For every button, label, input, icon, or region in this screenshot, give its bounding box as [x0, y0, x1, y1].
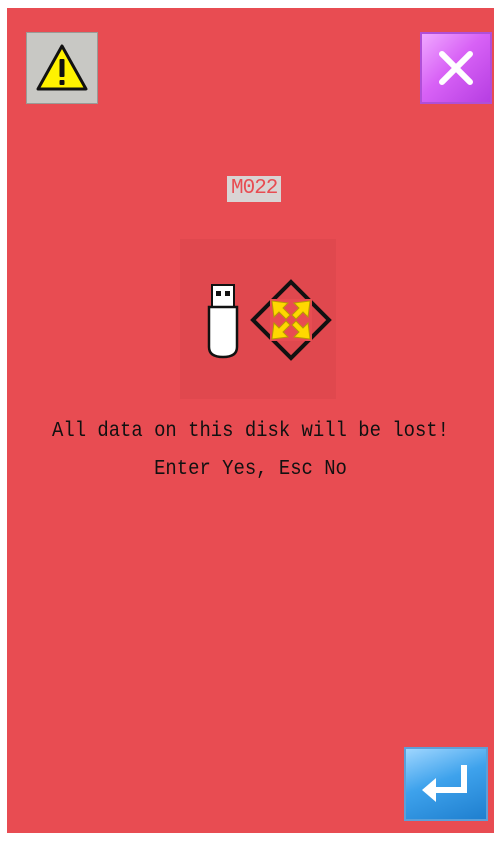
- move-arrows-icon: [250, 279, 332, 361]
- warning-message-line-1: All data on this disk will be lost!: [52, 420, 449, 443]
- enter-return-icon: [422, 765, 467, 802]
- close-x-icon: [439, 51, 473, 85]
- message-code-badge: M022: [227, 176, 282, 202]
- warning-message-line-2: Enter Yes, Esc No: [154, 458, 347, 481]
- warning-button[interactable]: [26, 32, 98, 104]
- usb-drive-icon: [207, 284, 239, 359]
- warning-triangle-icon: [36, 44, 88, 91]
- enter-button[interactable]: [404, 747, 488, 821]
- close-button[interactable]: [420, 32, 492, 104]
- icon-panel: [180, 239, 336, 399]
- format-disk-dialog-screen: M022 All data on this disk will be lost!…: [7, 8, 494, 833]
